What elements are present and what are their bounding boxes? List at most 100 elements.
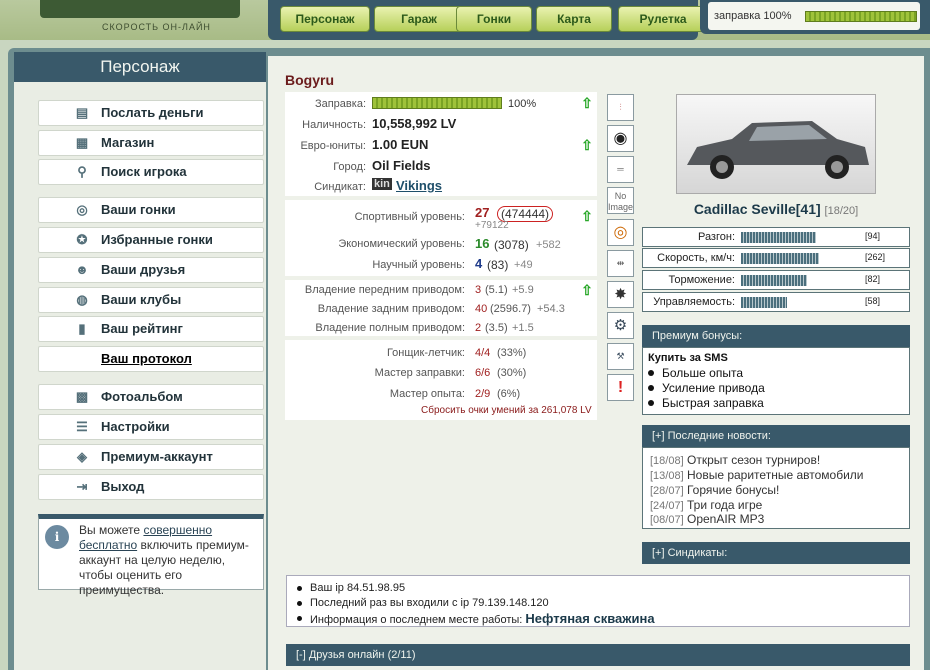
menu-friends[interactable]: ☻ Ваши друзья: [38, 257, 264, 283]
fuel-label: заправка 100%: [714, 10, 792, 22]
news-header[interactable]: [+] Последние новости:: [642, 425, 910, 447]
news-item[interactable]: [28/07] Горячие бонусы!: [650, 483, 779, 497]
buy-sms-link[interactable]: Купить за SMS: [648, 352, 728, 364]
sidebar-title: Персонаж: [14, 52, 266, 82]
car-image[interactable]: [676, 94, 876, 194]
menu-send-money[interactable]: ▤ Послать деньги: [38, 100, 264, 126]
money-icon: ▤: [75, 105, 89, 120]
menu-photo-album[interactable]: ▩ Фотоальбом: [38, 384, 264, 410]
econ-level-label: Экономический уровень:: [338, 238, 465, 250]
main-nav: Персонаж Гараж Гонки Карта Рулетка: [268, 0, 708, 40]
pilot-label: Гонщик-летчик:: [386, 347, 465, 359]
news-item[interactable]: [24/07] Три года игре: [650, 498, 762, 512]
city-value: Oil Fields: [372, 158, 431, 173]
search-icon: ⚲: [77, 164, 87, 179]
menu-protocol[interactable]: Ваш протокол: [38, 346, 264, 372]
sci-level: 4: [475, 256, 483, 271]
refuel-value: 6/6: [475, 367, 491, 379]
exp-pct: (6%): [497, 388, 521, 400]
fuel-bar: [805, 11, 917, 22]
cash-label: Наличность:: [302, 119, 366, 131]
bullet: [648, 400, 654, 406]
menu-premium[interactable]: ◈ Премиум-аккаунт: [38, 444, 264, 470]
nav-roulette[interactable]: Рулетка: [618, 6, 708, 32]
friends-online-header[interactable]: [-] Друзья онлайн (2/11): [286, 644, 910, 666]
econ-points: (3078): [494, 238, 529, 252]
exhaust-icon[interactable]: ═: [607, 156, 634, 183]
tire-icon[interactable]: ◉: [607, 125, 634, 152]
sport-level: 27: [475, 205, 490, 220]
euro-value: 1.00 EUN: [372, 137, 429, 152]
syndicates-header[interactable]: [+] Синдикаты:: [642, 542, 910, 564]
menu-find-player[interactable]: ⚲ Поиск игрока: [38, 159, 264, 185]
info-icon: i: [45, 525, 69, 549]
warning-icon[interactable]: !: [607, 374, 634, 401]
exp-value: 2/9: [475, 388, 491, 400]
fuel-row-label: Заправка:: [314, 98, 366, 110]
rwd-label: Владение задним приводом:: [317, 303, 465, 315]
pilot-value: 4/4: [475, 347, 491, 359]
nav-personazh[interactable]: Персонаж: [280, 6, 370, 32]
premium-info-box: i Вы можете совершенно бесплатно включит…: [38, 514, 264, 597]
nav-map[interactable]: Карта: [536, 6, 612, 32]
sport-delta: +79122: [475, 220, 509, 231]
engine-part-icon[interactable]: ⚒: [607, 343, 634, 370]
upgrade-arrow-icon[interactable]: ⇧: [580, 138, 594, 152]
refuel-pct: (30%): [497, 367, 527, 379]
menu-your-races[interactable]: ◎ Ваши гонки: [38, 197, 264, 223]
turbo-icon[interactable]: ✸: [607, 281, 634, 308]
fwd-points: (5.1): [485, 284, 508, 296]
news-item[interactable]: [13/08] Новые раритетные автомобили: [650, 468, 863, 482]
menu-favorite-races[interactable]: ✪ Избранные гонки: [38, 227, 264, 253]
reset-skills-link[interactable]: Сбросить очки умений за 261,078 LV: [421, 405, 592, 416]
brake-disc-icon[interactable]: ◎: [607, 219, 634, 246]
fwd-label: Владение передним приводом:: [304, 284, 465, 296]
stat-speed: Скорость, км/ч: [262]: [642, 248, 910, 268]
nav-garage[interactable]: Гараж: [374, 6, 464, 32]
fwd-delta: +5.9: [512, 284, 534, 296]
nav-races[interactable]: Гонки: [456, 6, 532, 32]
econ-level: 16: [475, 236, 490, 251]
upgrade-arrow-icon[interactable]: ⇧: [580, 209, 594, 223]
site-logo[interactable]: [40, 0, 240, 18]
menu-clubs[interactable]: ◍ Ваши клубы: [38, 287, 264, 313]
shock-absorber-icon[interactable]: ⇹: [607, 250, 634, 277]
syndicate-tag: kin: [372, 178, 392, 190]
bullet: [297, 586, 302, 591]
car-name[interactable]: Cadillac Seville[41] [18/20]: [642, 201, 910, 217]
globe-icon: ◍: [76, 292, 88, 307]
stat-acceleration: Разгон: [94]: [642, 227, 910, 247]
last-ip: Последний раз вы входили с ip 79.139.148…: [310, 597, 549, 609]
sport-level-label: Спортивный уровень:: [354, 211, 465, 223]
suspension-icon[interactable]: ⫶: [607, 94, 634, 121]
exit-icon: ⇥: [76, 479, 88, 494]
refuel-label: Мастер заправки:: [374, 367, 465, 379]
menu-exit[interactable]: ⇥ Выход: [38, 474, 264, 500]
sci-delta: +49: [514, 259, 533, 271]
menu-shop[interactable]: ▦ Магазин: [38, 130, 264, 156]
stat-handling: Управляемость: [58]: [642, 292, 910, 312]
rwd-value: 40: [475, 303, 488, 315]
gearbox-icon[interactable]: ⚙: [607, 312, 634, 339]
exp-label: Мастер опыта:: [389, 388, 465, 400]
econ-delta: +582: [536, 239, 561, 251]
player-fuel-bar: [372, 97, 502, 109]
rating-icon: ▮: [78, 321, 86, 336]
news-item[interactable]: [08/07] OpenAIR MP3: [650, 512, 764, 526]
player-name: Bogyru: [285, 72, 334, 88]
upgrade-arrow-icon[interactable]: ⇧: [580, 96, 594, 110]
news-item[interactable]: [18/08] Открыт сезон турниров!: [650, 453, 820, 467]
logo-subtitle: СКОРОСТЬ ОН-ЛАЙН: [102, 22, 211, 32]
photo-icon: ▩: [75, 389, 89, 404]
syndicate-link[interactable]: Vikings: [396, 178, 442, 193]
bullet: [297, 601, 302, 606]
upgrade-arrow-icon[interactable]: ⇧: [580, 283, 594, 297]
pilot-pct: (33%): [497, 347, 527, 359]
menu-settings[interactable]: ☰ Настройки: [38, 414, 264, 440]
awd-points: (3.5): [485, 322, 508, 334]
bullet: [648, 370, 654, 376]
sci-points: (83): [487, 258, 509, 272]
fuel-row-value: 100%: [508, 98, 537, 110]
no-image-slot[interactable]: No Image: [607, 187, 634, 214]
menu-rating[interactable]: ▮ Ваш рейтинг: [38, 316, 264, 342]
